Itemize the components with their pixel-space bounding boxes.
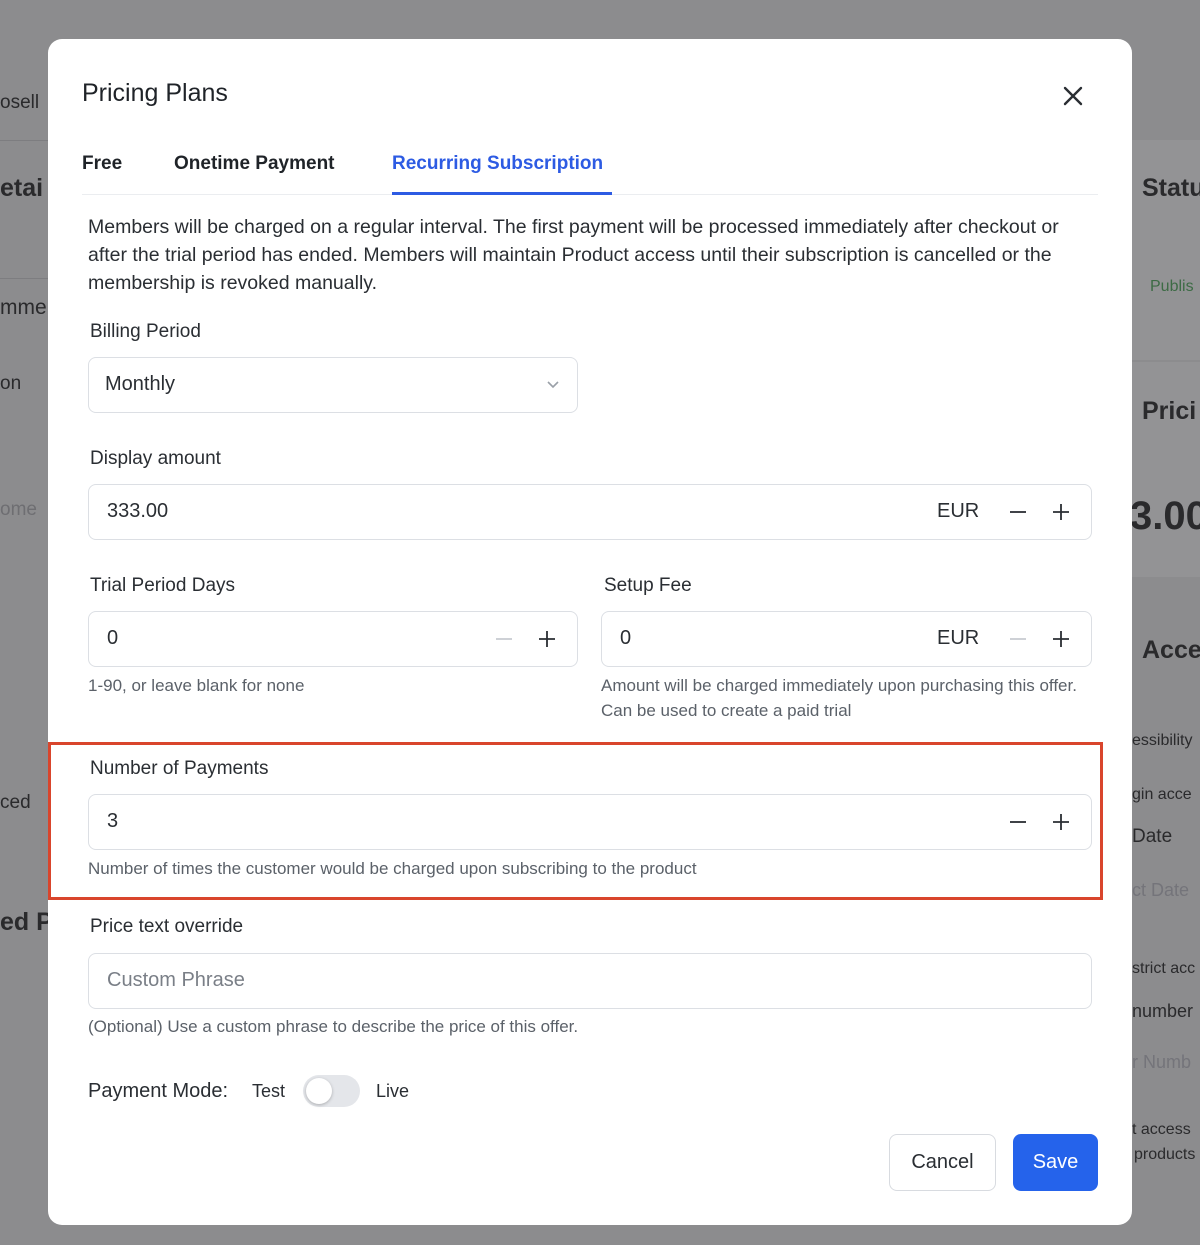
trial-period-decrement-button[interactable]: [490, 625, 518, 653]
plus-icon: [539, 631, 555, 647]
bg-fragment: r Numb: [1132, 1052, 1192, 1072]
setup-fee-increment-button[interactable]: [1047, 625, 1075, 653]
display-amount-increment-button[interactable]: [1047, 498, 1075, 526]
number-of-payments-decrement-button[interactable]: [1004, 808, 1032, 836]
minus-icon: [1010, 638, 1026, 640]
bg-fragment: mme: [0, 296, 47, 319]
plan-description: Members will be charged on a regular int…: [88, 216, 1059, 294]
tab-recurring-subscription[interactable]: Recurring Subscription: [392, 153, 603, 175]
setup-fee-input[interactable]: 0 EUR: [601, 611, 1092, 667]
price-text-override-placeholder: Custom Phrase: [107, 969, 245, 991]
plus-icon: [1053, 814, 1069, 830]
payment-mode-test-label: Test: [252, 1081, 286, 1101]
minus-icon: [496, 638, 512, 640]
bg-fragment: strict acc: [1132, 960, 1196, 977]
payment-mode-live-label: Live: [376, 1081, 410, 1101]
close-icon: [1063, 86, 1083, 106]
plus-icon: [1053, 504, 1069, 520]
number-of-payments-label: Number of Payments: [90, 758, 269, 779]
display-amount-input[interactable]: 333.00 EUR: [88, 484, 1092, 540]
bg-fragment: Publis: [1150, 278, 1194, 295]
bg-fragment: essibility: [1132, 732, 1193, 749]
tab-free[interactable]: Free: [82, 153, 122, 175]
minus-icon: [1010, 821, 1026, 823]
bg-fragment: Acce: [1142, 636, 1200, 664]
trial-period-helper: 1-90, or leave blank for none: [88, 676, 305, 695]
trial-period-increment-button[interactable]: [533, 625, 561, 653]
chevron-down-icon: [547, 381, 559, 389]
setup-fee-label: Setup Fee: [604, 575, 692, 596]
pricing-plans-modal: Pricing Plans Free Onetime Payment Recur…: [48, 39, 1132, 1225]
billing-period-value: Monthly: [105, 373, 176, 395]
bg-fragment: products: [1134, 1146, 1196, 1163]
cancel-button[interactable]: Cancel: [889, 1134, 996, 1191]
number-of-payments-helper: Number of times the customer would be ch…: [88, 859, 697, 878]
display-amount-label: Display amount: [90, 448, 221, 469]
number-of-payments-input[interactable]: 3: [88, 794, 1092, 850]
plus-icon: [1053, 631, 1069, 647]
bg-fragment: Date: [1132, 826, 1173, 847]
bg-fragment: ced: [0, 792, 31, 813]
number-of-payments-increment-button[interactable]: [1047, 808, 1075, 836]
plan-tabs: Free Onetime Payment Recurring Subscript…: [82, 141, 1098, 195]
price-text-override-input[interactable]: Custom Phrase: [88, 953, 1092, 1009]
bg-fragment: number: [1132, 1001, 1194, 1021]
bg-fragment: Statu: [1142, 174, 1200, 202]
bg-fragment: on: [0, 373, 22, 394]
tab-onetime-payment[interactable]: Onetime Payment: [174, 153, 335, 175]
display-amount-decrement-button[interactable]: [1004, 498, 1032, 526]
bg-fragment: ed P: [0, 908, 53, 936]
bg-fragment: etai: [0, 174, 44, 202]
bg-fragment: osell: [0, 92, 40, 113]
setup-fee-decrement-button[interactable]: [1004, 625, 1032, 653]
toggle-knob: [306, 1078, 332, 1104]
number-of-payments-value: 3: [107, 810, 119, 832]
billing-period-select[interactable]: Monthly: [88, 357, 578, 413]
bg-fragment: gin acce: [1132, 786, 1192, 803]
bg-fragment: ct Date: [1132, 880, 1190, 900]
trial-period-value: 0: [107, 627, 119, 649]
bg-fragment: Prici: [1142, 397, 1197, 425]
payment-mode-toggle[interactable]: [303, 1075, 360, 1107]
bg-fragment: ome: [0, 499, 37, 520]
billing-period-label: Billing Period: [90, 321, 201, 342]
save-button[interactable]: Save: [1013, 1134, 1098, 1191]
trial-period-label: Trial Period Days: [90, 575, 236, 596]
bg-fragment: t access: [1132, 1121, 1191, 1138]
display-amount-value: 333.00: [107, 500, 169, 522]
active-tab-indicator: [392, 192, 612, 195]
bg-fragment: 3.00: [1130, 494, 1200, 538]
payment-mode-label: Payment Mode:: [88, 1080, 229, 1102]
close-button[interactable]: [1058, 81, 1088, 111]
minus-icon: [1010, 511, 1026, 513]
price-text-override-helper: (Optional) Use a custom phrase to descri…: [88, 1017, 579, 1036]
setup-fee-helper: Amount will be charged immediately upon …: [601, 676, 1077, 720]
trial-period-input[interactable]: 0: [88, 611, 578, 667]
modal-title: Pricing Plans: [82, 79, 228, 107]
display-amount-currency: EUR: [937, 500, 980, 522]
price-text-override-label: Price text override: [90, 916, 244, 937]
setup-fee-value: 0: [620, 627, 632, 649]
setup-fee-currency: EUR: [937, 627, 980, 649]
